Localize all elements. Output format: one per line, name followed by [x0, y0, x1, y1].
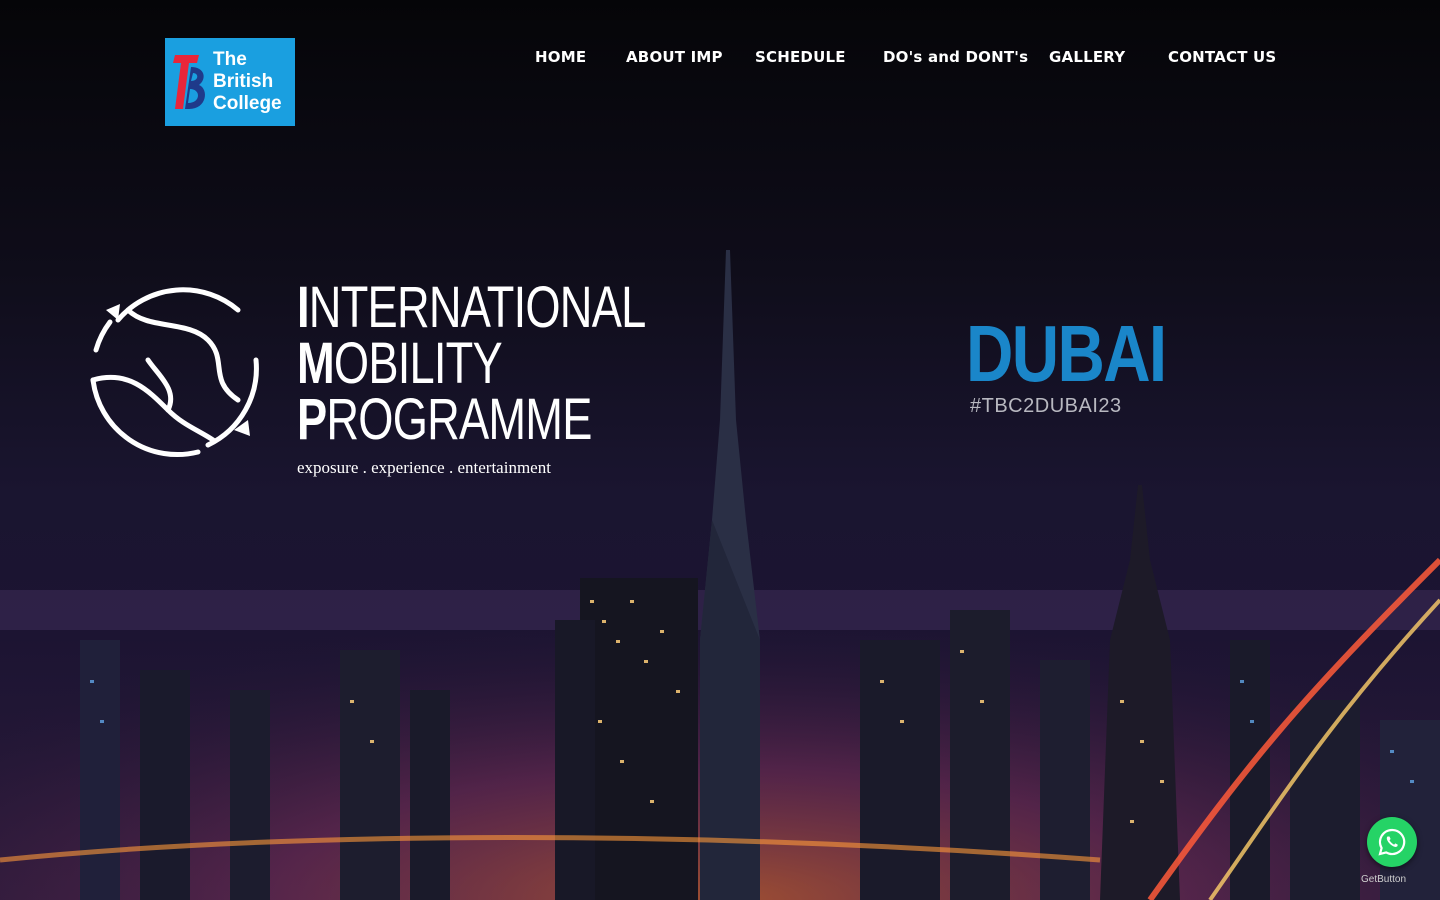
nav-contact-us[interactable]: CONTACT US: [1168, 48, 1276, 66]
destination-hashtag: #TBC2DUBAI23: [970, 395, 1122, 417]
nav-about-imp[interactable]: ABOUT IMP: [626, 48, 723, 66]
page: The British College HOME ABOUT IMP SCHED…: [0, 0, 1440, 900]
imp-title-line3-cap: P: [297, 387, 327, 452]
whatsapp-icon: [1378, 828, 1406, 856]
tbc-monogram-icon: [173, 55, 205, 109]
whatsapp-button[interactable]: [1367, 817, 1417, 867]
british-college-logo[interactable]: The British College: [165, 38, 295, 126]
nav-dos-and-donts[interactable]: DO's and DONT's: [883, 48, 1028, 66]
imp-title-line3-rest: ROGRAMME: [326, 387, 592, 452]
logo-text: The British College: [213, 49, 282, 115]
nav-gallery[interactable]: GALLERY: [1049, 48, 1125, 66]
logo-line3: College: [213, 93, 282, 114]
destination-title: DUBAI: [966, 309, 1167, 398]
logo-line1: The: [213, 49, 247, 70]
globe-arrows-icon: [90, 287, 259, 458]
getbutton-credit[interactable]: GetButton: [1361, 874, 1406, 885]
imp-title-line2: MOBILITY: [297, 335, 645, 393]
imp-title: INTERNATIONAL MOBILITY PROGRAMME: [297, 279, 646, 449]
nav-schedule[interactable]: SCHEDULE: [755, 48, 846, 66]
logo-line2: British: [213, 71, 274, 92]
imp-tagline: exposure . experience . entertainment: [297, 458, 551, 477]
imp-title-line1: INTERNATIONAL: [297, 279, 646, 337]
imp-title-line3: PROGRAMME: [297, 391, 645, 449]
nav-home[interactable]: HOME: [535, 48, 586, 66]
